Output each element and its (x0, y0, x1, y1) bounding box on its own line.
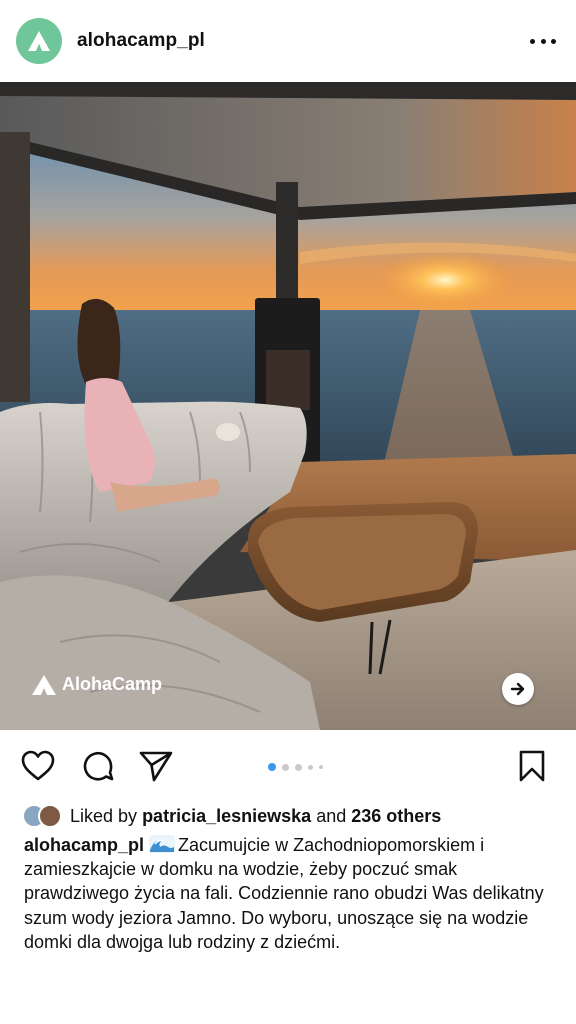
like-button[interactable] (20, 748, 56, 784)
carousel-indicator (268, 763, 329, 771)
tent-logo-icon (28, 31, 50, 51)
send-icon (139, 751, 173, 782)
carousel-dot (319, 765, 323, 769)
comment-button[interactable] (80, 748, 116, 784)
brand-watermark: AlohaCamp (32, 674, 162, 695)
bookmark-icon (519, 750, 545, 782)
tent-logo-icon (32, 674, 56, 695)
likes-prefix: Liked by (70, 805, 138, 826)
likes-joiner: and (316, 805, 347, 826)
liker-avatar (38, 804, 62, 828)
post-image[interactable]: AlohaCamp (0, 82, 576, 730)
likes-text: Liked by patricia_lesniewska and 236 oth… (70, 806, 441, 827)
brand-watermark-text: AlohaCamp (62, 674, 163, 694)
post-caption: alohacamp_pl Zacumujcie w Zachodniopomor… (24, 833, 554, 954)
carousel-dot (268, 763, 276, 771)
water-wave-emoji (149, 835, 176, 853)
more-options-icon (530, 38, 535, 44)
post-photo-scene (0, 82, 576, 730)
carousel-dot (282, 763, 289, 771)
arrow-right-icon (510, 682, 525, 696)
liker-username[interactable]: patricia_lesniewska (142, 806, 311, 826)
more-options-button[interactable] (530, 30, 556, 52)
carousel-dot (295, 763, 302, 771)
header-username[interactable]: alohacamp_pl (77, 30, 205, 52)
comment-icon (83, 751, 114, 781)
carousel-dot (308, 764, 313, 770)
heart-icon (21, 750, 55, 781)
post-action-bar (0, 742, 576, 790)
likes-summary[interactable]: Liked by patricia_lesniewska and 236 oth… (22, 803, 441, 829)
save-button[interactable] (514, 748, 550, 784)
caption-author[interactable]: alohacamp_pl (24, 835, 144, 855)
post-header: alohacamp_pl (0, 0, 576, 82)
profile-avatar[interactable] (16, 18, 62, 64)
likes-others-count[interactable]: 236 others (351, 806, 441, 826)
carousel-next-button[interactable] (502, 673, 534, 705)
share-button[interactable] (138, 748, 174, 784)
